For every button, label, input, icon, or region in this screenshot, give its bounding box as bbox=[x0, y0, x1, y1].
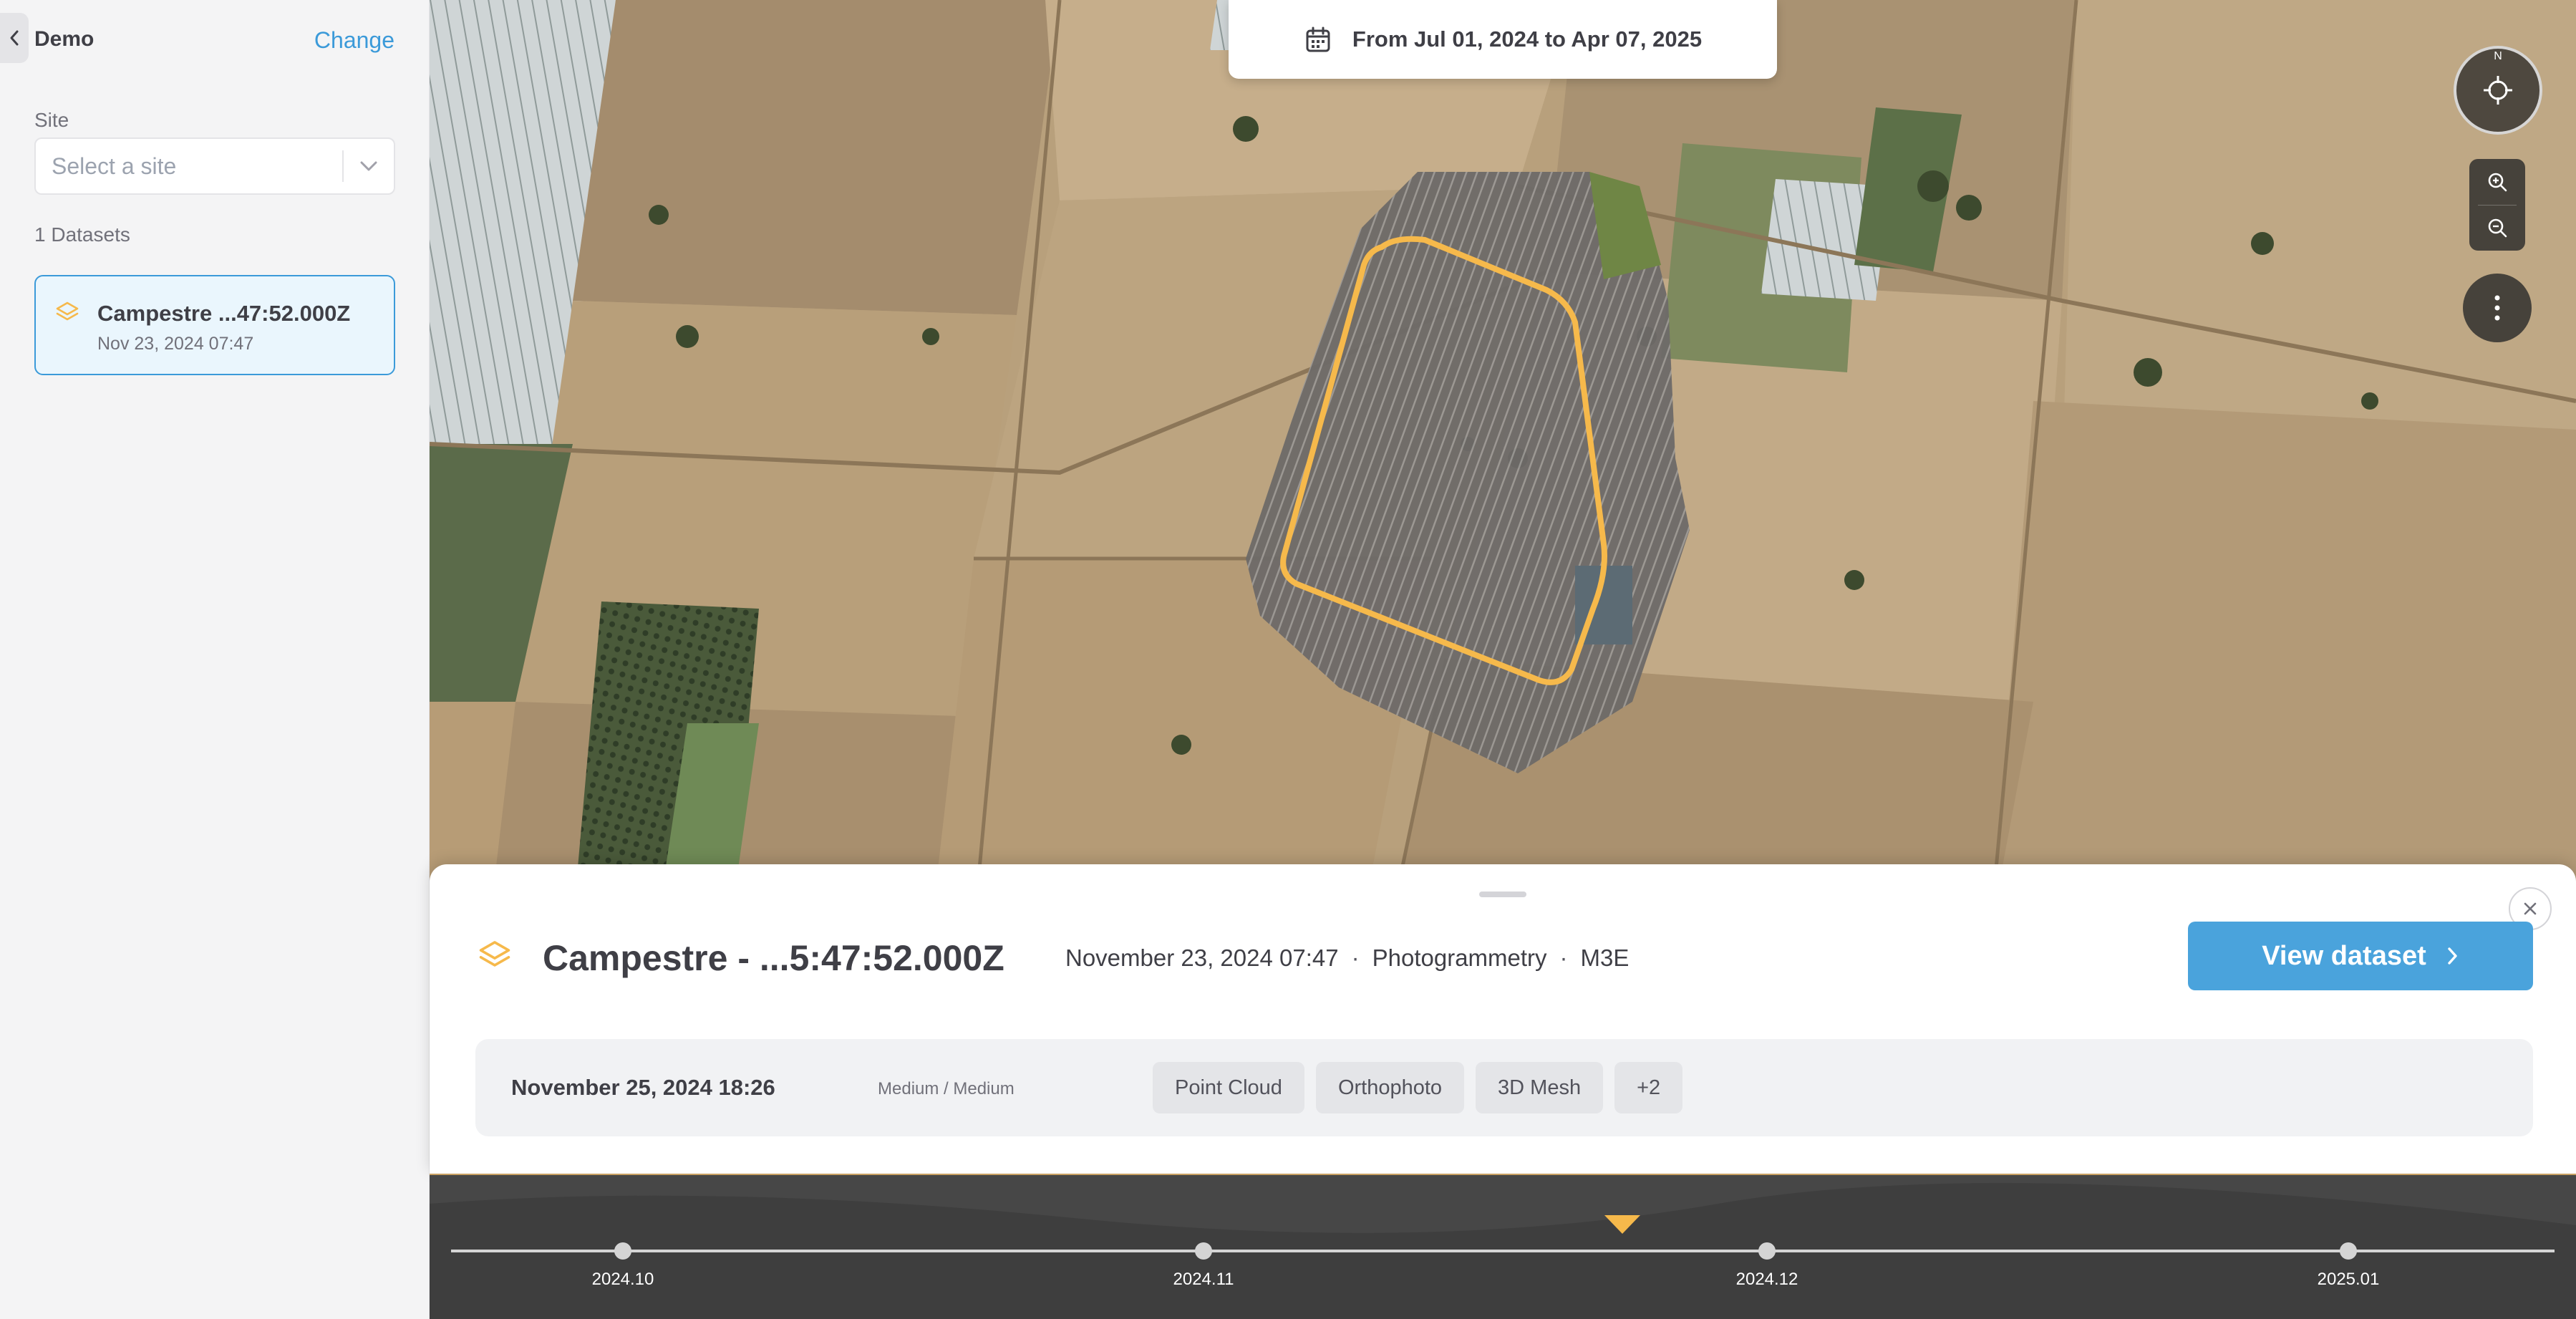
date-range-picker[interactable]: From Jul 01, 2024 to Apr 07, 2025 bbox=[1229, 0, 1777, 79]
layers-icon bbox=[479, 941, 510, 967]
zoom-out-icon bbox=[2488, 218, 2507, 238]
dataset-card-date: Nov 23, 2024 07:47 bbox=[97, 334, 254, 354]
dataset-title: Campestre - ...5:47:52.000Z bbox=[543, 938, 1004, 978]
dataset-count: 1 Datasets bbox=[34, 223, 130, 246]
timeline-tick-dot bbox=[1195, 1242, 1212, 1260]
chip-point-cloud[interactable]: Point Cloud bbox=[1153, 1062, 1304, 1113]
dataset-meta: November 23, 2024 07:47 · Photogrammetry · M… bbox=[1065, 944, 1629, 972]
layers-icon bbox=[56, 301, 79, 321]
crosshair-icon bbox=[2484, 76, 2512, 105]
more-vertical-icon bbox=[2494, 295, 2500, 321]
timeline-tick-label: 2024.10 bbox=[591, 1270, 654, 1289]
project-name: Demo bbox=[34, 27, 95, 51]
panel-drag-handle[interactable] bbox=[1479, 892, 1526, 897]
dataset-card[interactable]: Campestre ...47:52.000Z Nov 23, 2024 07:… bbox=[34, 275, 395, 375]
more-options-button[interactable] bbox=[2463, 274, 2532, 342]
meta-separator: · bbox=[1351, 944, 1360, 971]
chip-more-outputs[interactable]: +2 bbox=[1614, 1062, 1683, 1113]
site-label: Site bbox=[34, 109, 69, 131]
site-select[interactable]: Select a site bbox=[34, 137, 395, 195]
calendar-icon bbox=[1306, 26, 1330, 52]
dataset-card-name: Campestre ...47:52.000Z bbox=[97, 301, 351, 326]
chevron-right-icon bbox=[2448, 947, 2457, 965]
chip-orthophoto[interactable]: Orthophoto bbox=[1315, 1062, 1465, 1113]
timeline-tick-dot bbox=[614, 1242, 631, 1260]
change-project-link[interactable]: Change bbox=[314, 27, 394, 54]
timeline-tick-label: 2024.11 bbox=[1173, 1270, 1234, 1289]
view-dataset-button[interactable]: View dataset bbox=[2188, 922, 2533, 990]
processing-row[interactable]: November 25, 2024 18:26 Medium / Medium … bbox=[475, 1039, 2533, 1136]
timeline-tick-dot bbox=[2340, 1242, 2357, 1260]
chevron-left-icon bbox=[10, 30, 19, 46]
chevron-down-icon bbox=[344, 160, 394, 172]
dataset-capture-date: November 23, 2024 07:47 bbox=[1065, 944, 1339, 971]
dataset-drone: M3E bbox=[1580, 944, 1630, 971]
timeline-tick-dot bbox=[1758, 1242, 1776, 1260]
zoom-out-button[interactable] bbox=[2469, 206, 2525, 251]
zoom-controls bbox=[2469, 159, 2525, 251]
dataset-type: Photogrammetry bbox=[1372, 944, 1547, 971]
dataset-detail-panel: Campestre - ...5:47:52.000Z November 23,… bbox=[430, 864, 2576, 1174]
meta-separator: · bbox=[1559, 944, 1568, 971]
site-select-placeholder: Select a site bbox=[52, 153, 177, 179]
processing-date: November 25, 2024 18:26 bbox=[511, 1075, 775, 1100]
view-dataset-label: View dataset bbox=[2262, 940, 2426, 971]
timeline-track bbox=[430, 1175, 2576, 1319]
output-chips: Point Cloud Orthophoto 3D Mesh +2 bbox=[1153, 1062, 1683, 1113]
date-range-text: From Jul 01, 2024 to Apr 07, 2025 bbox=[1352, 26, 1703, 52]
timeline-tick-label: 2024.12 bbox=[1735, 1270, 1798, 1289]
zoom-in-icon bbox=[2488, 173, 2507, 192]
timeline[interactable]: 2024.10 2024.11 2024.12 2025.01 bbox=[430, 1174, 2576, 1319]
compass-north-label: N bbox=[2494, 50, 2502, 62]
chip-3d-mesh[interactable]: 3D Mesh bbox=[1476, 1062, 1604, 1113]
collapse-sidebar-button[interactable] bbox=[0, 13, 29, 63]
timeline-tick-label: 2025.01 bbox=[2317, 1270, 2380, 1289]
sidebar: Demo Change Site Select a site 1 Dataset… bbox=[0, 0, 430, 1319]
compass-button[interactable]: N bbox=[2454, 46, 2542, 135]
zoom-in-button[interactable] bbox=[2469, 159, 2525, 205]
close-icon bbox=[2524, 902, 2537, 915]
processing-quality: Medium / Medium bbox=[878, 1079, 1015, 1098]
